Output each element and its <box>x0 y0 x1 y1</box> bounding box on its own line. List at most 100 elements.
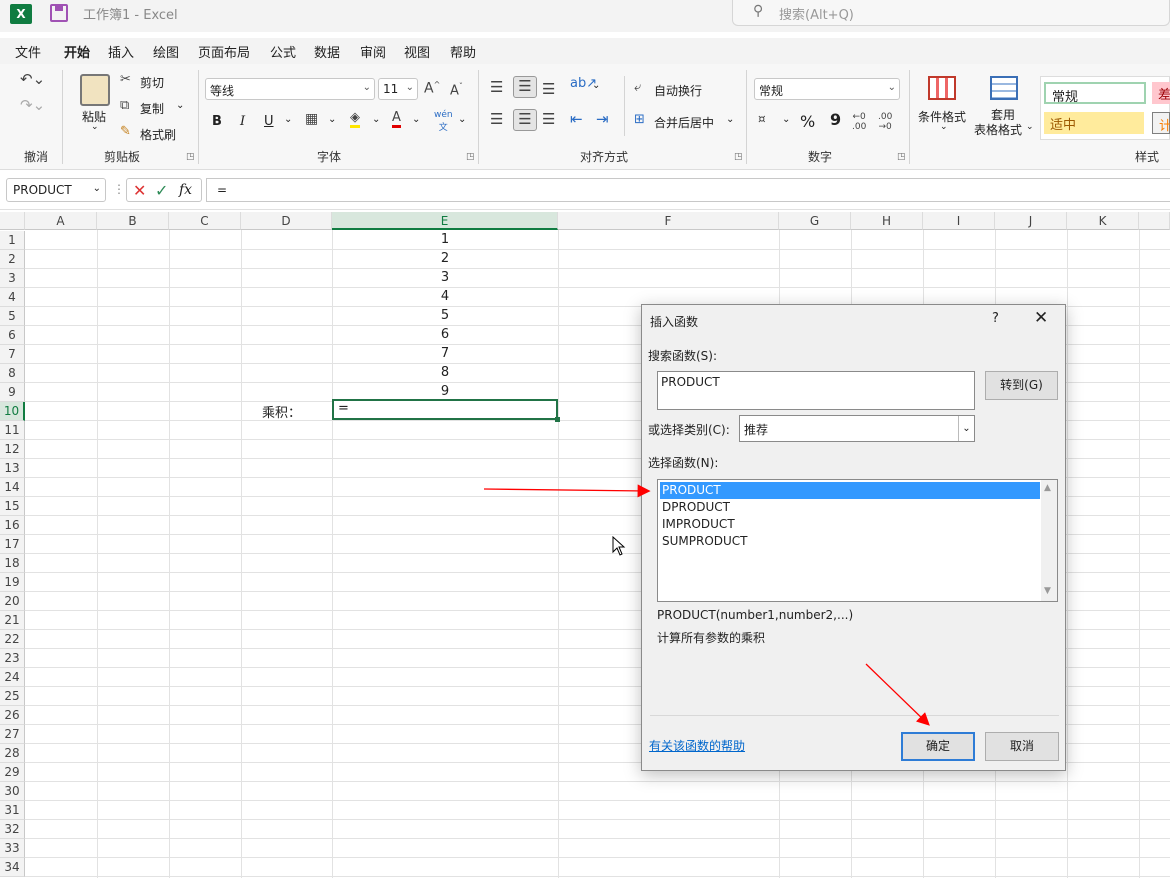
style-bad[interactable]: 差 <box>1152 82 1170 104</box>
function-item[interactable]: SUMPRODUCT <box>660 533 1040 550</box>
chevron-down-icon[interactable]: ⌄ <box>176 100 184 111</box>
row-header[interactable]: 2 <box>0 250 25 269</box>
cell-e-value[interactable]: 5 <box>332 308 558 323</box>
chevron-down-icon[interactable]: ⌄ <box>412 114 420 125</box>
function-item[interactable]: IMPRODUCT <box>660 516 1040 533</box>
ok-button[interactable]: 确定 <box>901 732 975 761</box>
chevron-up-icon[interactable]: ▲ <box>1044 483 1051 493</box>
row-header[interactable]: 18 <box>0 554 25 573</box>
undo-icon[interactable]: ↶⌄ <box>20 70 45 88</box>
increase-decimal-icon[interactable]: ←0.00 <box>852 112 866 132</box>
chevron-down-icon[interactable]: ⌄ <box>940 122 948 132</box>
align-bottom-icon[interactable]: ☰ <box>542 80 555 98</box>
format-as-table-icon[interactable] <box>990 76 1018 100</box>
merge-center-button[interactable]: 合并后居中 <box>654 114 714 131</box>
row-header[interactable]: 10 <box>0 402 25 421</box>
row-header[interactable]: 13 <box>0 459 25 478</box>
tab-view[interactable]: 视图 <box>404 42 430 61</box>
row-header[interactable]: 27 <box>0 725 25 744</box>
comma-style-button[interactable]: 9 <box>830 110 841 129</box>
row-header[interactable]: 31 <box>0 801 25 820</box>
enter-icon[interactable]: ✓ <box>155 181 168 200</box>
chevron-down-icon[interactable]: ⌄ <box>782 114 790 125</box>
chevron-down-icon[interactable]: ⌄ <box>1026 122 1034 132</box>
decrease-indent-icon[interactable]: ⇤ <box>570 110 583 128</box>
search-function-input[interactable]: PRODUCT <box>657 371 975 410</box>
fill-color-icon[interactable]: ◈ <box>350 110 360 128</box>
redo-icon[interactable]: ↷⌄ <box>20 96 45 114</box>
align-top-icon[interactable]: ☰ <box>490 78 503 96</box>
cut-button[interactable]: 剪切 <box>140 74 164 91</box>
cell-e-value[interactable]: 4 <box>332 289 558 304</box>
row-header[interactable]: 25 <box>0 687 25 706</box>
name-box[interactable]: PRODUCT ⌄ <box>6 178 106 202</box>
tab-data[interactable]: 数据 <box>314 42 340 61</box>
row-header[interactable]: 19 <box>0 573 25 592</box>
row-header[interactable]: 16 <box>0 516 25 535</box>
chevron-down-icon[interactable]: ⌄ <box>458 114 466 125</box>
row-header[interactable]: 12 <box>0 440 25 459</box>
border-icon[interactable]: ▦ <box>305 111 318 127</box>
tab-home[interactable]: 开始 <box>64 42 91 67</box>
row-header[interactable]: 15 <box>0 497 25 516</box>
currency-icon[interactable]: ¤ <box>758 112 766 126</box>
wrap-text-button[interactable]: 自动换行 <box>654 82 702 99</box>
decrease-decimal-icon[interactable]: .00 →0 <box>878 112 892 132</box>
column-header-selected[interactable]: E <box>332 212 558 230</box>
help-icon[interactable]: ? <box>992 311 999 326</box>
row-header[interactable]: 34 <box>0 858 25 877</box>
column-header[interactable]: C <box>169 212 241 230</box>
italic-button[interactable]: I <box>240 114 245 129</box>
copy-button[interactable]: 复制 <box>140 100 164 117</box>
row-header[interactable]: 11 <box>0 421 25 440</box>
row-header[interactable]: 8 <box>0 364 25 383</box>
bold-button[interactable]: B <box>212 114 222 129</box>
select-all-corner[interactable] <box>0 212 25 230</box>
format-as-table-line2[interactable]: 表格格式 <box>974 121 1022 138</box>
chevron-down-icon[interactable]: ⌄ <box>372 114 380 125</box>
list-scrollbar[interactable]: ▲ ▼ <box>1041 480 1057 601</box>
cell-e-value[interactable]: 6 <box>332 327 558 342</box>
row-header[interactable]: 23 <box>0 649 25 668</box>
cell-e-value[interactable]: 9 <box>332 384 558 399</box>
align-right-icon[interactable]: ☰ <box>542 110 555 128</box>
tab-help[interactable]: 帮助 <box>450 42 476 61</box>
percent-button[interactable]: % <box>800 112 815 131</box>
tab-formulas[interactable]: 公式 <box>270 42 296 61</box>
chevron-down-icon[interactable]: ▼ <box>1044 586 1051 596</box>
chevron-down-icon[interactable]: ⌄ <box>284 114 292 125</box>
function-help-link[interactable]: 有关该函数的帮助 <box>649 737 745 754</box>
row-header[interactable]: 4 <box>0 288 25 307</box>
cell-e-value[interactable]: 7 <box>332 346 558 361</box>
function-item-selected[interactable]: PRODUCT <box>660 482 1040 499</box>
column-header[interactable]: K <box>1067 212 1139 230</box>
row-header[interactable]: 5 <box>0 307 25 326</box>
cancel-icon[interactable]: ✕ <box>133 181 146 200</box>
close-icon[interactable]: ✕ <box>1034 308 1048 328</box>
row-header[interactable]: 7 <box>0 345 25 364</box>
row-header[interactable]: 29 <box>0 763 25 782</box>
row-header[interactable]: 3 <box>0 269 25 288</box>
insert-function-icon[interactable]: fx <box>179 182 192 198</box>
row-header[interactable]: 1 <box>0 231 25 250</box>
cell-e-value[interactable]: 2 <box>332 251 558 266</box>
underline-button[interactable]: U <box>264 114 274 129</box>
tab-insert[interactable]: 插入 <box>108 42 134 61</box>
conditional-format-icon[interactable] <box>928 76 956 100</box>
row-header[interactable]: 21 <box>0 611 25 630</box>
number-format-select[interactable]: 常规 ⌄ <box>754 78 900 100</box>
style-normal[interactable]: 常规 <box>1044 82 1146 105</box>
row-header[interactable]: 28 <box>0 744 25 763</box>
function-list[interactable]: PRODUCT DPRODUCT IMPRODUCT SUMPRODUCT ▲ … <box>657 479 1058 602</box>
dialog-launcher-icon[interactable]: ◳ <box>734 152 743 162</box>
category-select[interactable]: 推荐 ⌄ <box>739 415 975 442</box>
dialog-launcher-icon[interactable]: ◳ <box>466 152 475 162</box>
chevron-down-icon[interactable]: ⌄ <box>726 114 734 125</box>
cell-e-value[interactable]: 1 <box>332 232 558 247</box>
format-painter-button[interactable]: 格式刷 <box>140 126 176 143</box>
row-header[interactable]: 17 <box>0 535 25 554</box>
column-header[interactable]: H <box>851 212 923 230</box>
row-header[interactable]: 6 <box>0 326 25 345</box>
column-header[interactable]: F <box>558 212 779 230</box>
tab-draw[interactable]: 绘图 <box>153 42 179 61</box>
